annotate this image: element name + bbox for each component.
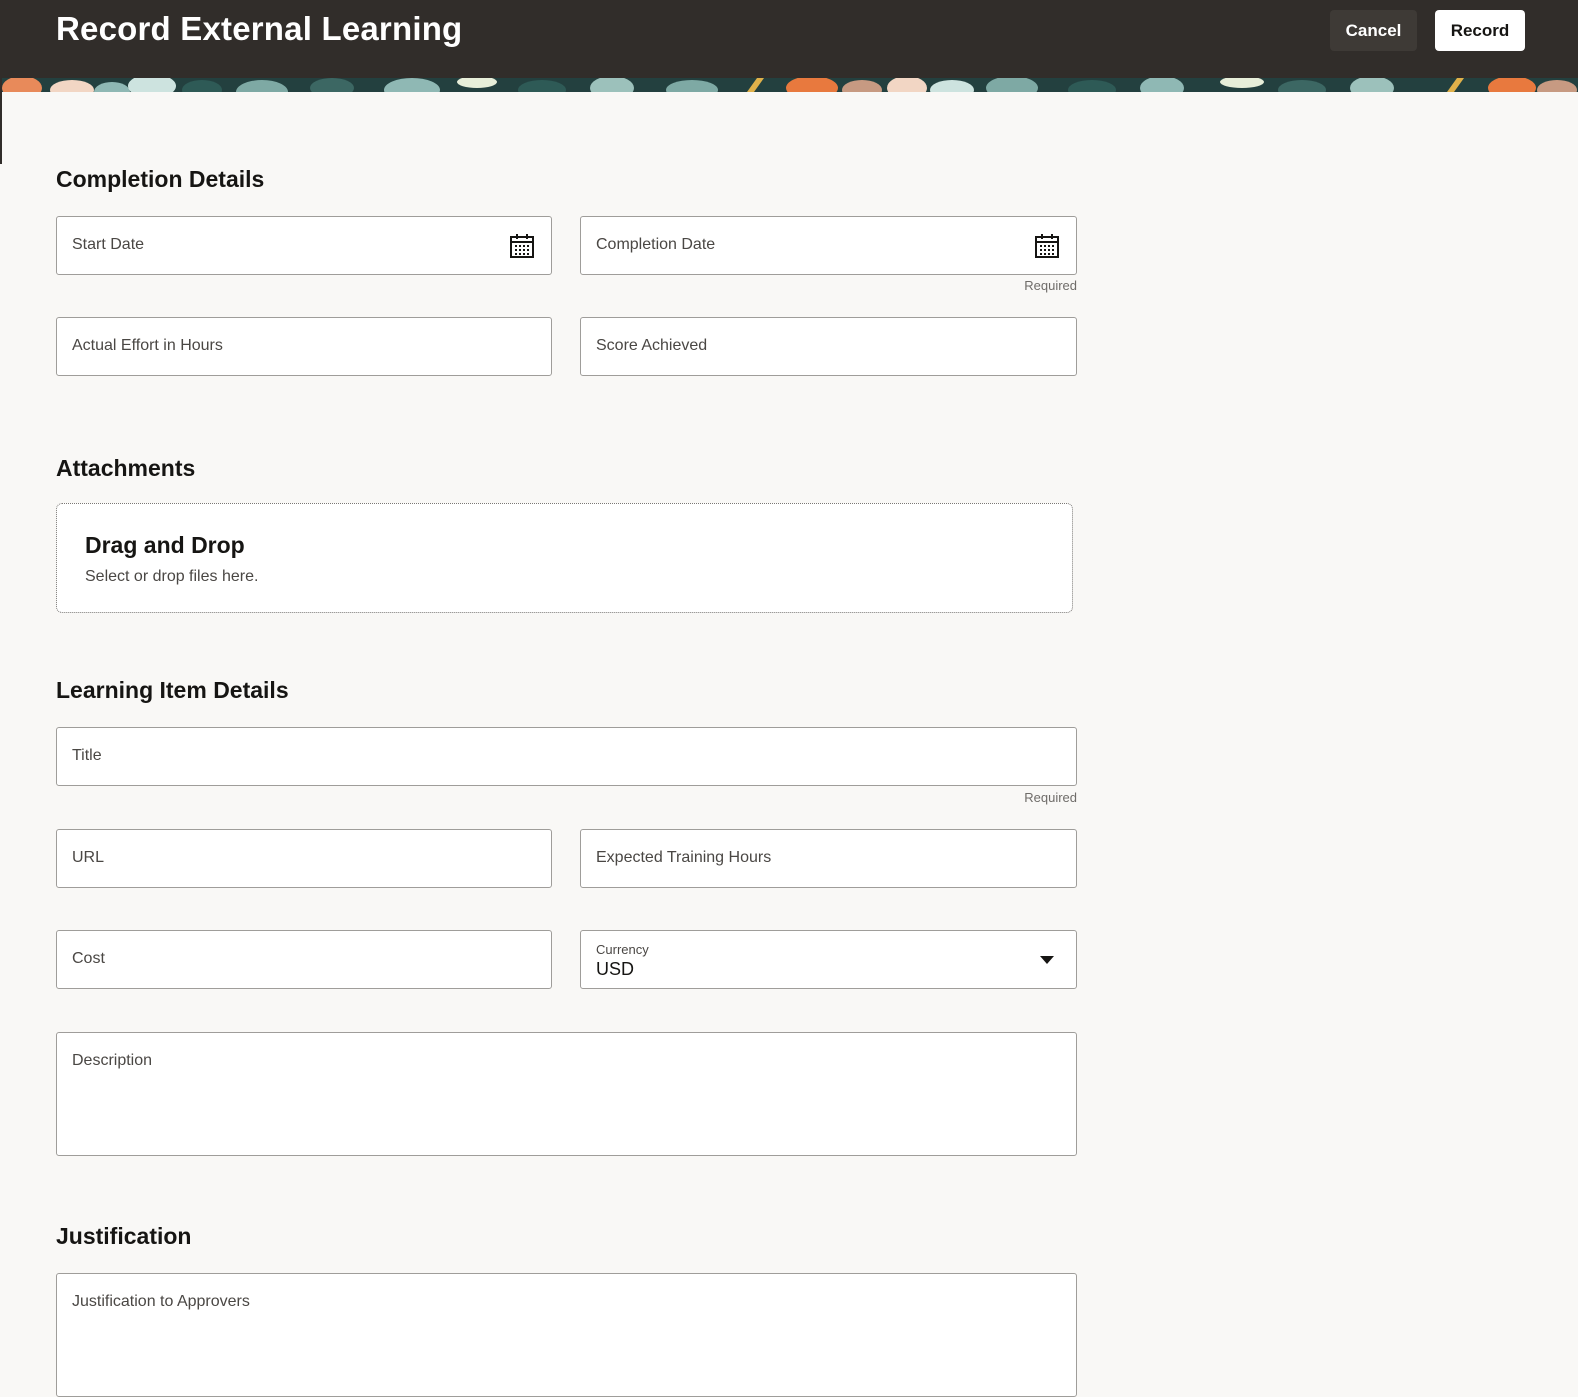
completion-date-required: Required (1024, 278, 1077, 293)
title-field[interactable]: Title (56, 727, 1077, 786)
page-title: Record External Learning (56, 10, 463, 47)
description-label: Description (72, 1052, 153, 1069)
actual-effort-field[interactable]: Actual Effort in Hours (56, 317, 552, 376)
cancel-button[interactable]: Cancel (1330, 10, 1417, 51)
title-required: Required (1024, 790, 1077, 805)
description-field[interactable]: Description (56, 1032, 1077, 1156)
title-label: Title (72, 747, 102, 764)
section-title-justification: Justification (56, 1223, 192, 1249)
dropzone-subtitle: Select or drop files here. (85, 568, 259, 585)
section-title-attachments: Attachments (56, 455, 196, 481)
banner-pattern-icon (2, 78, 1578, 92)
actual-effort-label: Actual Effort in Hours (72, 337, 223, 354)
url-field[interactable]: URL (56, 829, 552, 888)
file-dropzone[interactable]: Drag and Drop Select or drop files here. (56, 503, 1073, 613)
expected-training-hours-label: Expected Training Hours (596, 849, 772, 866)
calendar-icon[interactable] (509, 233, 535, 259)
currency-value: USD (596, 959, 635, 979)
cost-label: Cost (72, 950, 105, 967)
start-date-label: Start Date (72, 236, 145, 253)
decorative-banner (2, 78, 1578, 92)
score-achieved-label: Score Achieved (596, 337, 708, 354)
section-title-completion: Completion Details (56, 166, 265, 192)
chevron-down-icon[interactable] (1040, 956, 1054, 964)
expected-training-hours-field[interactable]: Expected Training Hours (580, 829, 1077, 888)
justification-field[interactable]: Justification to Approvers (56, 1273, 1077, 1397)
justification-label: Justification to Approvers (72, 1293, 250, 1310)
calendar-icon[interactable] (1034, 233, 1060, 259)
cost-field[interactable]: Cost (56, 930, 552, 989)
currency-select[interactable]: Currency USD (580, 930, 1077, 989)
left-rule (0, 78, 2, 164)
completion-date-field[interactable]: Completion Date (580, 216, 1077, 275)
score-achieved-field[interactable]: Score Achieved (580, 317, 1077, 376)
dropzone-title: Drag and Drop (85, 532, 245, 558)
start-date-field[interactable]: Start Date (56, 216, 552, 275)
url-label: URL (72, 849, 105, 866)
record-button[interactable]: Record (1435, 10, 1525, 51)
app-header: Record External Learning Cancel Record (0, 0, 1578, 78)
section-title-learning-item: Learning Item Details (56, 677, 289, 703)
currency-label: Currency (596, 942, 649, 957)
completion-date-label: Completion Date (596, 236, 716, 253)
